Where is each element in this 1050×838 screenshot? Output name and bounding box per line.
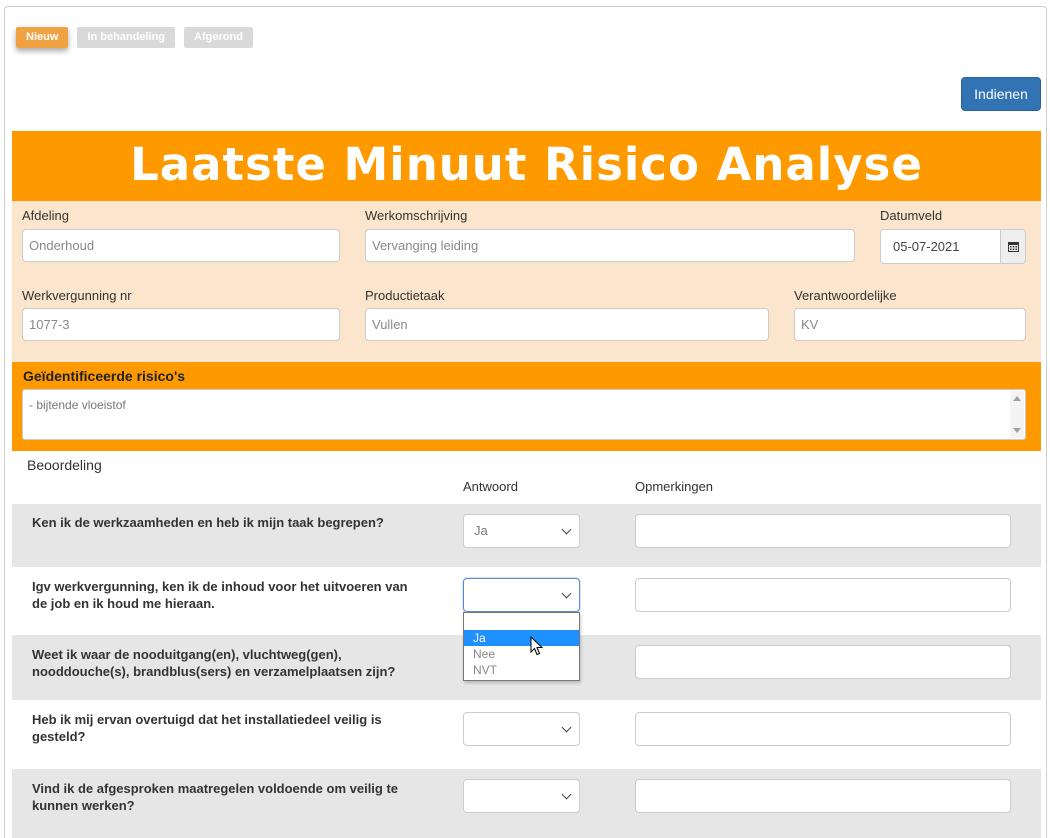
textarea-scrollbar[interactable]: [1010, 391, 1024, 438]
risks-text: - bijtende vloeistof: [29, 398, 126, 412]
question-text: Ken ik de werkzaamheden en heb ik mijn t…: [32, 515, 384, 530]
verantwoordelijke-field[interactable]: KV: [794, 308, 1026, 341]
afdeling-label: Afdeling: [22, 208, 69, 223]
risks-section: Geïdentificeerde risico's - bijtende vlo…: [12, 362, 1041, 451]
status-steps: Nieuw In behandeling Afgerond: [16, 27, 253, 48]
assessment-title: Beoordeling: [27, 457, 102, 473]
remarks-input[interactable]: [635, 578, 1011, 612]
werkomschrijving-field[interactable]: Vervanging leiding: [365, 229, 855, 262]
calendar-icon: [1007, 242, 1019, 252]
risks-label: Geïdentificeerde risico's: [23, 368, 186, 384]
verantwoordelijke-label: Verantwoordelijke: [794, 288, 897, 303]
remarks-column-header: Opmerkingen: [635, 479, 714, 494]
question-row: Ken ik de werkzaamheden en heb ik mijn t…: [12, 504, 1041, 567]
chevron-down-icon: [561, 722, 572, 733]
datumveld-label: Datumveld: [880, 208, 943, 223]
productietaak-label: Productietaak: [365, 288, 445, 303]
step-nieuw[interactable]: Nieuw: [16, 27, 69, 48]
werkvergunning-label: Werkvergunning nr: [22, 288, 132, 303]
werkvergunning-field[interactable]: 1077-3: [22, 308, 340, 341]
scroll-down-icon[interactable]: [1013, 428, 1021, 433]
chevron-down-icon: [561, 588, 572, 599]
question-text: Igv werkvergunning, ken ik de inhoud voo…: [32, 579, 408, 611]
page-title: Laatste Minuut Risico Analyse: [12, 131, 1041, 201]
header-form: Afdeling Onderhoud Werkomschrijving Verv…: [12, 201, 1041, 362]
productietaak-field[interactable]: Vullen: [365, 308, 769, 341]
werkomschrijving-label: Werkomschrijving: [365, 208, 468, 223]
answer-value: Ja: [474, 523, 488, 538]
question-text: Heb ik mij ervan overtuigd dat het insta…: [32, 712, 382, 744]
afdeling-field[interactable]: Onderhoud: [22, 229, 340, 262]
dropdown-option-nee[interactable]: Nee: [464, 646, 579, 662]
step-afgerond[interactable]: Afgerond: [184, 27, 253, 48]
calendar-button[interactable]: [1000, 229, 1026, 264]
question-text: Vind ik de afgesproken maatregelen voldo…: [32, 781, 399, 813]
dropdown-option-nvt[interactable]: NVT: [464, 662, 579, 678]
question-row: Vind ik de afgesproken maatregelen voldo…: [12, 769, 1041, 838]
chevron-down-icon: [561, 524, 572, 535]
datumveld-field[interactable]: 05-07-2021: [880, 229, 1002, 264]
remarks-input[interactable]: [635, 514, 1011, 548]
answer-select[interactable]: [463, 712, 580, 746]
scroll-up-icon[interactable]: [1013, 396, 1021, 401]
remarks-input[interactable]: [635, 645, 1011, 679]
dropdown-option-ja[interactable]: Ja: [464, 630, 579, 646]
question-row: Heb ik mij ervan overtuigd dat het insta…: [12, 700, 1041, 769]
answer-select[interactable]: [463, 578, 580, 612]
answer-dropdown-list: Ja Nee NVT: [463, 612, 580, 681]
risks-textarea[interactable]: - bijtende vloeistof: [22, 389, 1026, 440]
answer-column-header: Antwoord: [463, 479, 518, 494]
question-text: Weet ik waar de nooduitgang(en), vluchtw…: [32, 647, 396, 679]
chevron-down-icon: [561, 789, 572, 800]
step-in-behandeling[interactable]: In behandeling: [77, 27, 176, 48]
submit-button[interactable]: Indienen: [961, 77, 1041, 111]
answer-select[interactable]: [463, 779, 580, 813]
answer-select[interactable]: Ja: [463, 514, 580, 548]
dropdown-option-empty[interactable]: [464, 613, 579, 630]
remarks-input[interactable]: [635, 779, 1011, 813]
mouse-cursor-icon: [530, 636, 544, 656]
remarks-input[interactable]: [635, 712, 1011, 746]
